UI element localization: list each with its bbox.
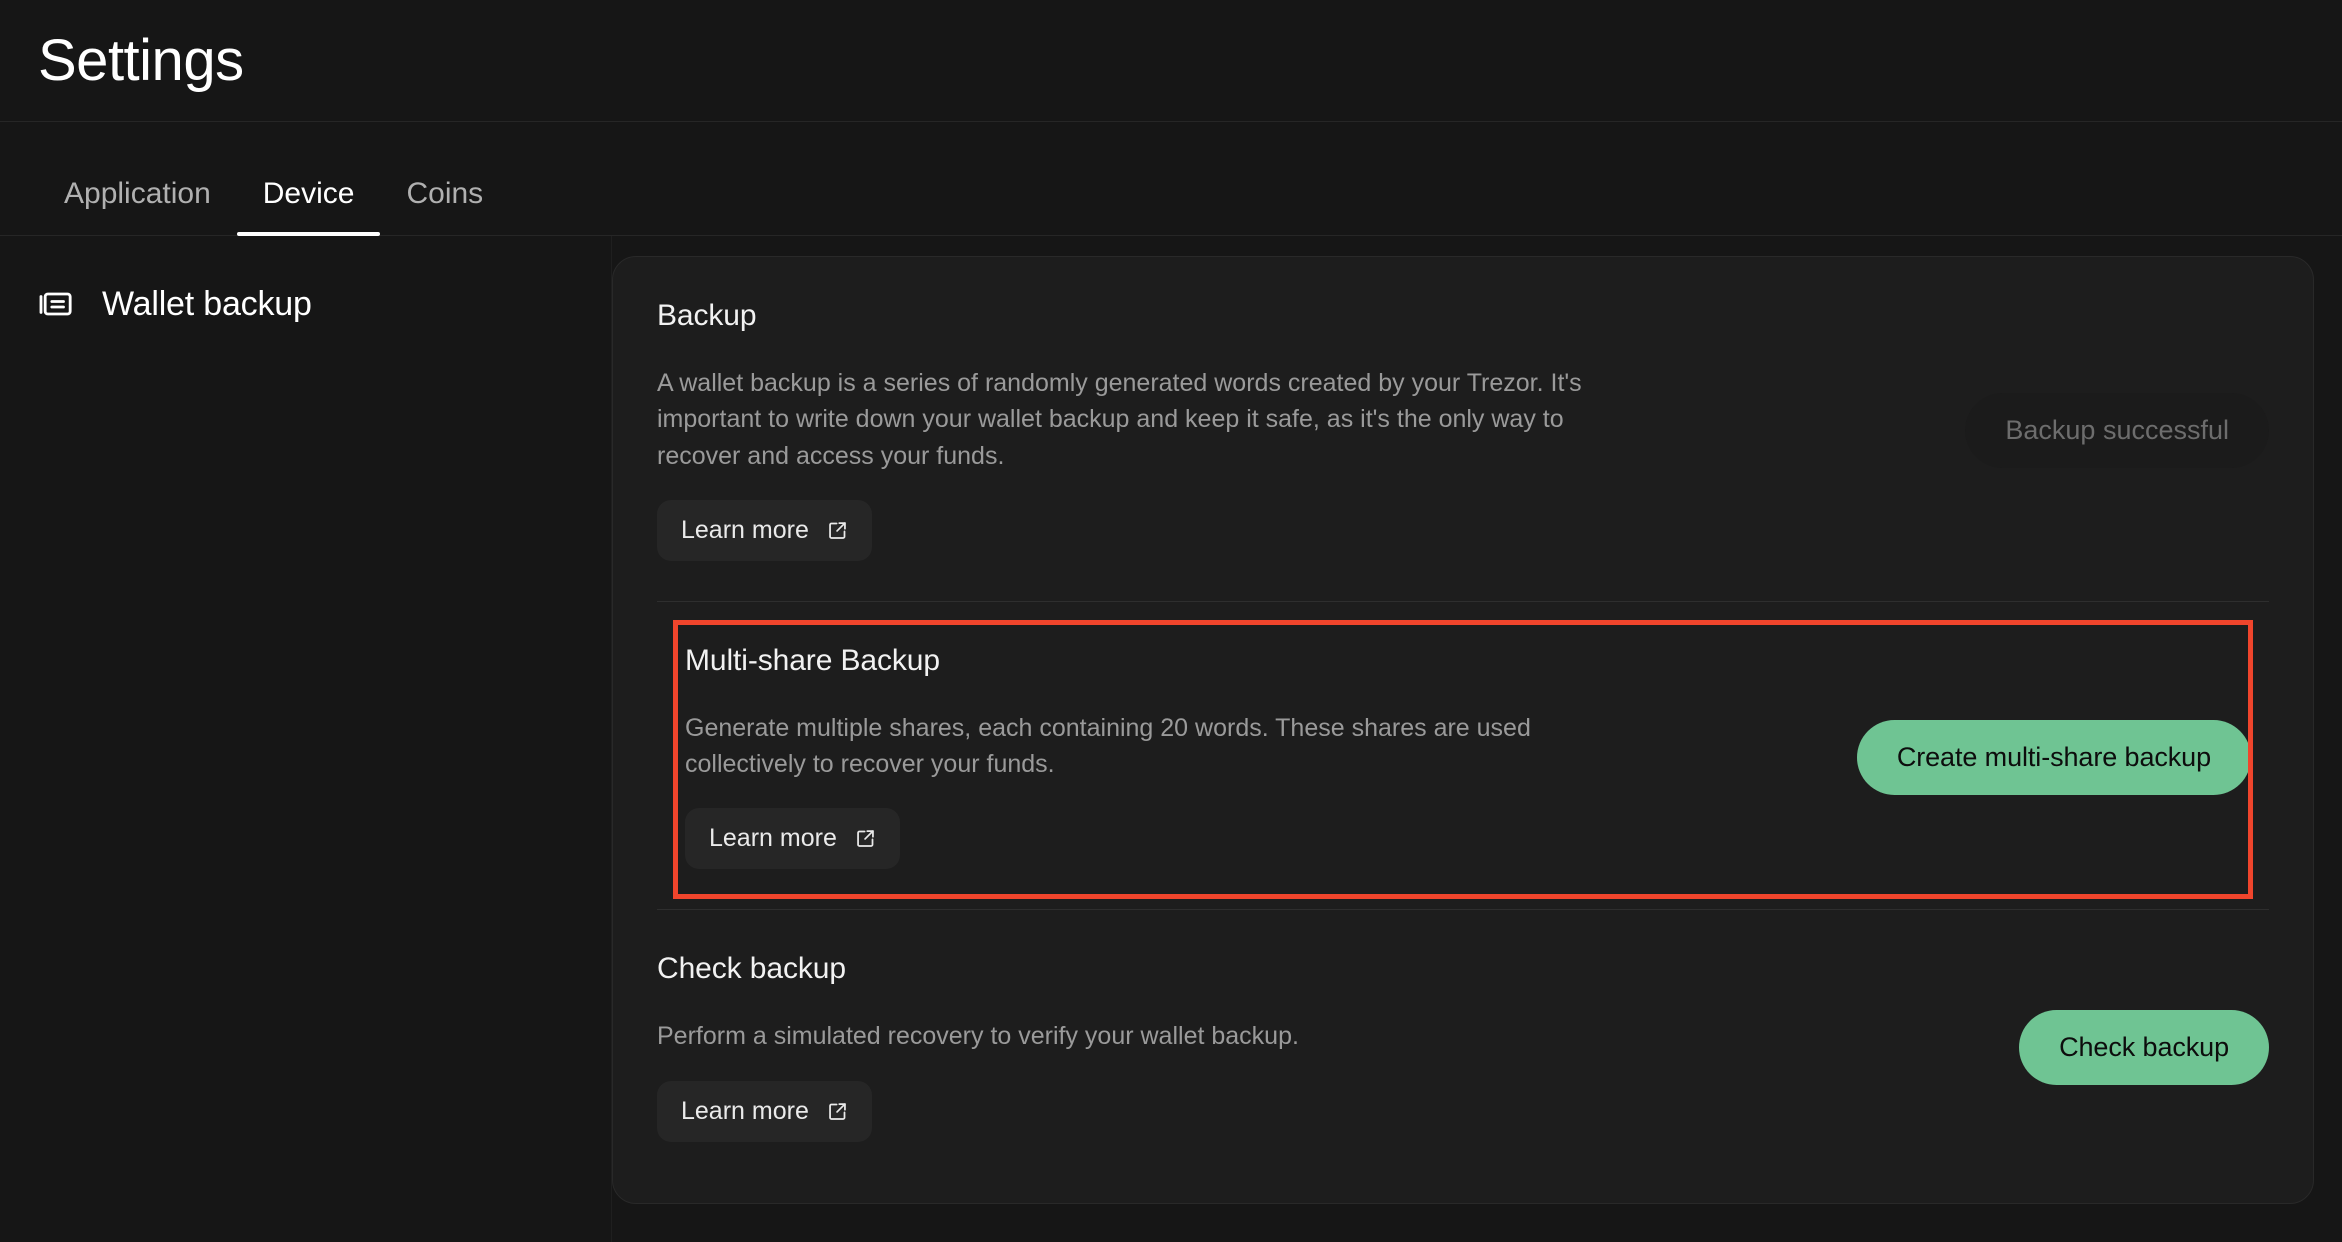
section-backup-description: A wallet backup is a series of randomly …: [657, 369, 1582, 470]
backup-learn-more-button[interactable]: Learn more: [657, 499, 872, 561]
section-multi-share-title: Multi-share Backup: [685, 643, 940, 677]
check-backup-learn-more-button[interactable]: Learn more: [657, 1080, 872, 1142]
wallet-backup-icon: [36, 284, 76, 324]
check-backup-learn-more-label: Learn more: [681, 1096, 809, 1125]
tab-device[interactable]: Device: [236, 179, 381, 236]
wallet-backup-card: Backup A wallet backup is a series of ra…: [612, 256, 2314, 1204]
tab-application[interactable]: Application: [38, 179, 237, 235]
create-multi-share-backup-button[interactable]: Create multi-share backup: [1856, 720, 2251, 795]
section-multi-share-description: Generate multiple shares, each containin…: [685, 713, 1531, 778]
tab-coins[interactable]: Coins: [380, 179, 509, 235]
external-link-icon: [827, 520, 848, 541]
check-backup-button[interactable]: Check backup: [2019, 1010, 2269, 1086]
external-link-icon: [855, 828, 876, 849]
external-link-icon: [827, 1101, 848, 1122]
settings-tabbar: Application Device Coins: [0, 122, 2342, 236]
section-check-backup-description: Perform a simulated recovery to verify y…: [657, 1022, 1299, 1051]
settings-sidebar: Wallet backup: [0, 236, 612, 1242]
sidebar-item-wallet-backup: Wallet backup: [36, 284, 611, 324]
sidebar-item-label: Wallet backup: [102, 284, 312, 323]
backup-status-button: Backup successful: [1965, 393, 2269, 469]
section-multi-share-backup: Multi-share Backup Generate multiple sha…: [657, 602, 2269, 910]
section-backup: Backup A wallet backup is a series of ra…: [657, 257, 2269, 601]
section-backup-title: Backup: [657, 299, 757, 332]
section-check-backup: Check backup Perform a simulated recover…: [657, 910, 2269, 1181]
page-header: Settings: [0, 0, 2342, 122]
backup-learn-more-label: Learn more: [681, 515, 809, 544]
settings-body: Wallet backup Backup A wallet backup is …: [0, 236, 2342, 1242]
settings-content: Backup A wallet backup is a series of ra…: [612, 236, 2342, 1242]
multi-share-learn-more-label: Learn more: [709, 824, 837, 853]
section-check-backup-title: Check backup: [657, 952, 846, 986]
multi-share-learn-more-button[interactable]: Learn more: [685, 808, 900, 870]
page-title: Settings: [38, 27, 244, 93]
settings-window: Settings Application Device Coins Wallet…: [0, 0, 2342, 1242]
